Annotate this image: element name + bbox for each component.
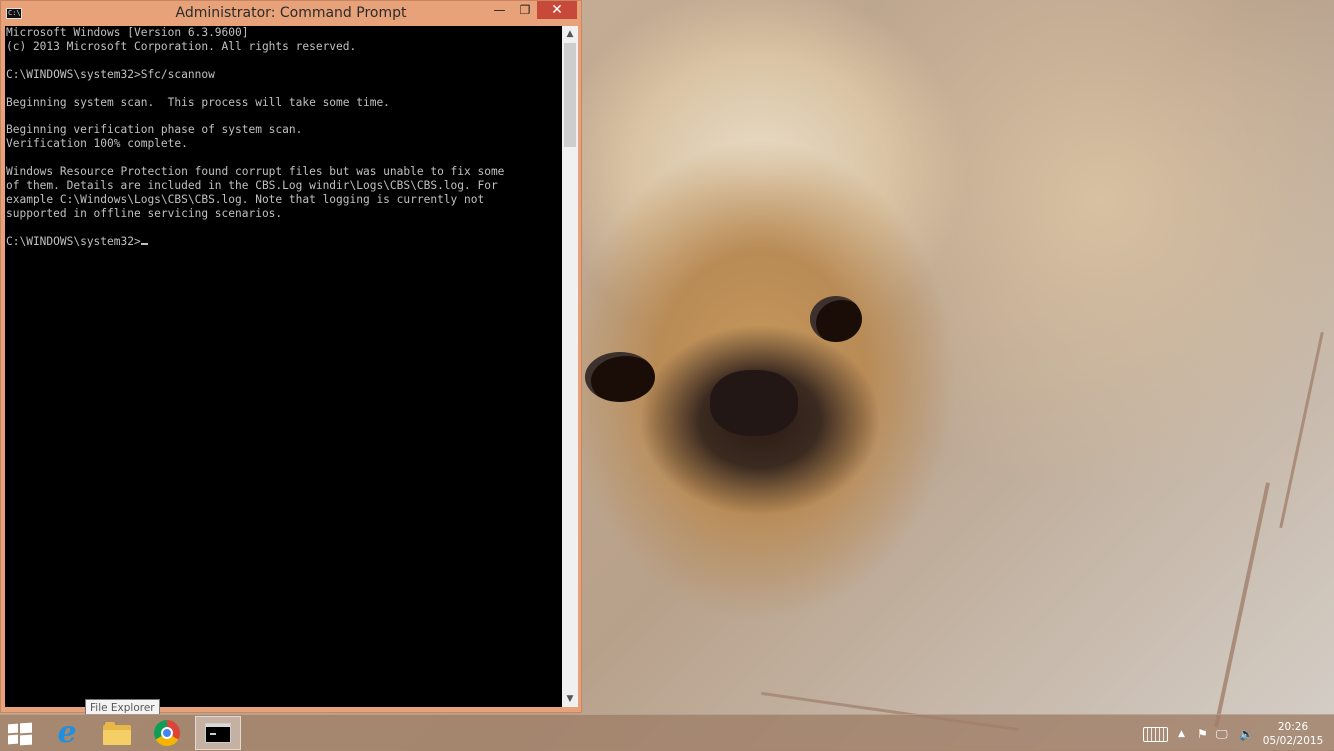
- clock-date: 05/02/2015: [1262, 735, 1324, 747]
- console-line: Verification 100% complete.: [6, 137, 188, 151]
- taskbar-file-explorer[interactable]: [94, 716, 140, 750]
- floor-tile-line: [1214, 482, 1270, 728]
- console-line: (c) 2013 Microsoft Corporation. All righ…: [6, 39, 357, 53]
- network-icon[interactable]: 🖵: [1216, 725, 1228, 743]
- console-line: supported in offline servicing scenarios…: [6, 206, 283, 220]
- text-cursor: [140, 242, 148, 245]
- maximize-button[interactable]: ❐: [513, 1, 537, 19]
- command-prompt-line[interactable]: C:\WINDOWS\system32>: [6, 235, 141, 248]
- clock-time: 20:26: [1277, 721, 1309, 733]
- floor-tile-line: [1279, 331, 1324, 529]
- scroll-up-arrow-icon[interactable]: ▲: [562, 26, 578, 42]
- console-line: of them. Details are included in the CBS…: [6, 178, 498, 192]
- chevron-up-icon[interactable]: ▲: [1178, 725, 1185, 743]
- console-line: Beginning system scan. This process will…: [6, 95, 390, 109]
- touch-keyboard-icon[interactable]: [1143, 727, 1168, 742]
- internet-explorer-icon: e: [57, 715, 77, 750]
- scroll-thumb[interactable]: [564, 43, 576, 147]
- console-line: Microsoft Windows [Version 6.3.9600]: [6, 26, 249, 39]
- vertical-scrollbar[interactable]: ▲ ▼: [562, 26, 578, 707]
- close-button[interactable]: ✕: [537, 1, 577, 19]
- taskbar-chrome[interactable]: [144, 716, 190, 750]
- start-button[interactable]: [8, 722, 32, 746]
- system-clock[interactable]: 20:26 05/02/2015: [1258, 720, 1328, 748]
- taskbar-command-prompt[interactable]: [195, 716, 241, 750]
- dog-eye: [585, 352, 655, 402]
- console-line: example C:\Windows\Logs\CBS\CBS.log. Not…: [6, 192, 485, 206]
- dog-nose: [710, 370, 798, 436]
- scroll-down-arrow-icon[interactable]: ▼: [562, 691, 578, 707]
- console-line: Beginning verification phase of system s…: [6, 123, 303, 137]
- dog-eye: [810, 296, 862, 342]
- command-prompt-window[interactable]: C:\ Administrator: Command Prompt — ❐ ✕ …: [0, 0, 582, 713]
- chrome-icon: [154, 720, 180, 746]
- folder-icon: [103, 721, 131, 745]
- title-bar[interactable]: C:\ Administrator: Command Prompt — ❐ ✕: [1, 1, 581, 26]
- console-line: Windows Resource Protection found corrup…: [6, 165, 505, 179]
- taskbar: e ▲ ⚑ 🖵 🔈 20:26 05/02/2015: [0, 714, 1334, 751]
- flag-icon[interactable]: ⚑: [1197, 725, 1208, 743]
- taskbar-internet-explorer[interactable]: e: [44, 716, 90, 750]
- console-line: C:\WINDOWS\system32>Sfc/scannow: [6, 67, 215, 81]
- speaker-icon[interactable]: 🔈: [1239, 725, 1254, 743]
- console-output[interactable]: Microsoft Windows [Version 6.3.9600] (c)…: [5, 26, 562, 707]
- minimize-button[interactable]: —: [486, 1, 513, 19]
- console-text: Microsoft Windows [Version 6.3.9600] (c)…: [5, 26, 562, 249]
- file-explorer-tooltip: File Explorer: [85, 699, 160, 715]
- command-prompt-taskbar-icon: [205, 723, 231, 743]
